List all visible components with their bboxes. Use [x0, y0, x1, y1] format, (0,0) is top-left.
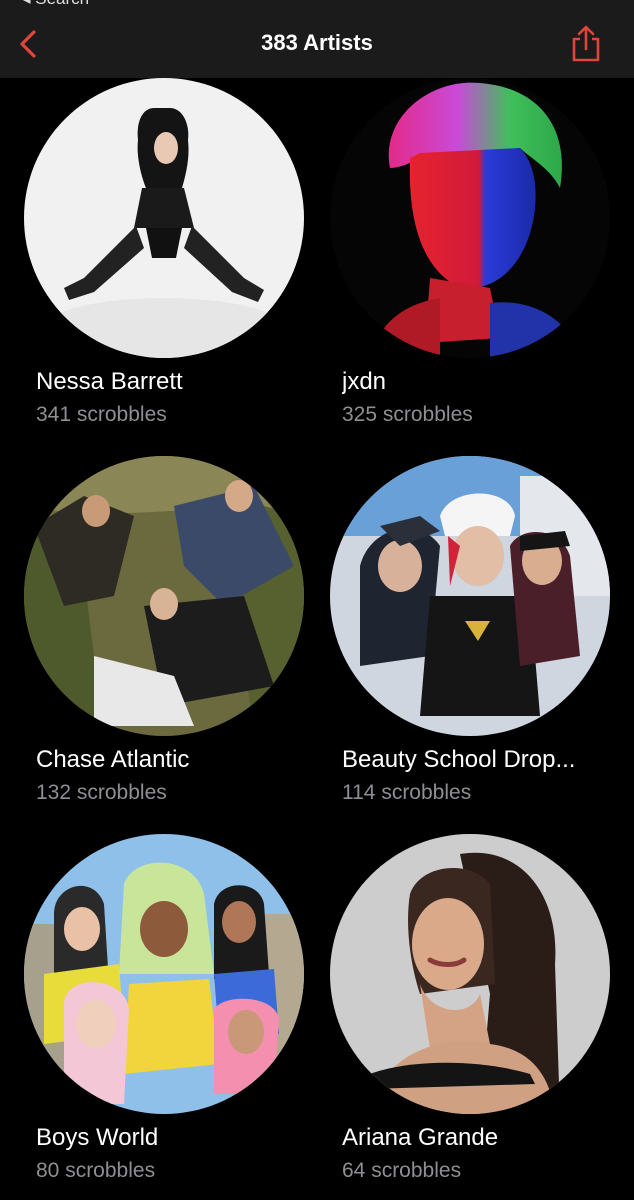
artist-scrobble-count: 325 scrobbles	[342, 403, 473, 426]
artist-card-boys-world[interactable]: Boys World 80 scrobbles	[24, 834, 314, 1194]
artist-artwork	[24, 456, 304, 736]
artist-scrobble-count: 80 scrobbles	[36, 1159, 156, 1182]
artist-card-beauty-school-dropout[interactable]: Beauty School Drop... 114 scrobbles	[330, 456, 620, 816]
page-title: 383 Artists	[261, 30, 373, 55]
artist-card-nessa-barrett[interactable]: Nessa Barrett 341 scrobbles	[24, 78, 314, 438]
artist-name: jxdn	[342, 368, 387, 395]
artist-artwork	[330, 834, 610, 1114]
artist-artwork	[330, 78, 610, 358]
artist-scrobble-count: 64 scrobbles	[342, 1159, 462, 1182]
artist-scrobble-count: 132 scrobbles	[36, 781, 167, 804]
share-icon	[572, 25, 600, 62]
artist-artwork	[24, 78, 304, 358]
status-bar: ◂ Search	[0, 0, 634, 10]
share-button[interactable]	[566, 24, 606, 64]
artist-artwork	[330, 456, 610, 736]
artist-card-jxdn[interactable]: jxdn 325 scrobbles	[330, 78, 620, 438]
artist-name: Ariana Grande	[342, 1124, 499, 1151]
artist-scrobble-count: 341 scrobbles	[36, 403, 167, 426]
artist-name: Nessa Barrett	[36, 368, 183, 395]
artist-artwork	[24, 834, 304, 1114]
artist-card-chase-atlantic[interactable]: Chase Atlantic 132 scrobbles	[24, 456, 314, 816]
artist-scrobble-count: 114 scrobbles	[342, 781, 472, 804]
artist-name: Boys World	[36, 1124, 159, 1151]
back-to-search-link[interactable]: ◂ Search	[22, 0, 89, 9]
navigation-bar: 383 Artists	[0, 10, 634, 78]
artist-name: Chase Atlantic	[36, 746, 190, 773]
artist-card-ariana-grande[interactable]: Ariana Grande 64 scrobbles	[330, 834, 620, 1194]
artist-name: Beauty School Drop...	[342, 746, 576, 773]
